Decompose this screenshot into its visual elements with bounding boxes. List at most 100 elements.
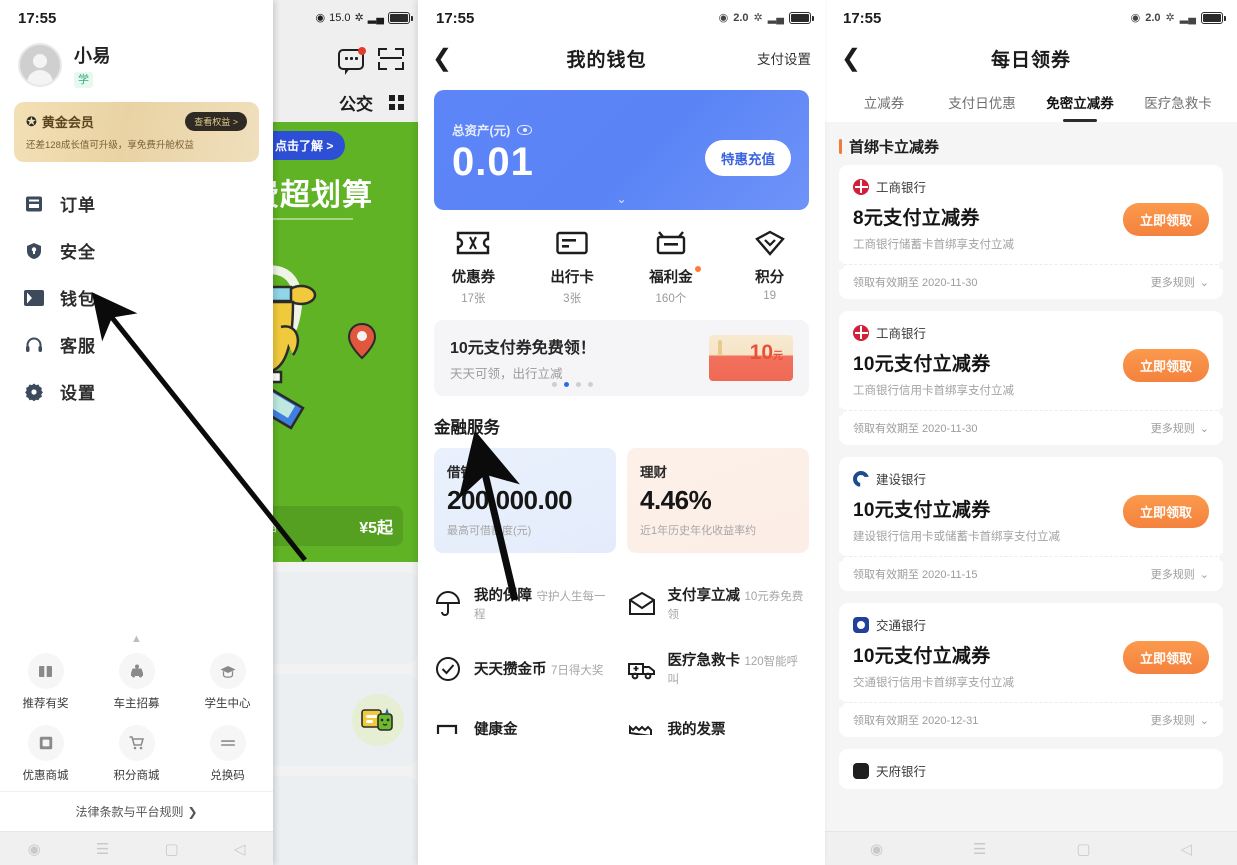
vip-title-group: ✪ 黄金会员: [26, 112, 94, 131]
signal-icon: ▂▄: [367, 11, 384, 24]
drawer-app-grid: ▲ 推荐有奖 车主招募 学生中心 优惠商城 积分商城 兑换码: [0, 633, 273, 791]
quick-stat-travelcard[interactable]: 出行卡 3张: [523, 226, 622, 306]
service-item-invoice[interactable]: 我的发票: [622, 701, 816, 755]
back-button[interactable]: ❮: [432, 44, 472, 73]
nav-recents-icon[interactable]: ◉: [870, 840, 883, 858]
battery-icon: [789, 12, 814, 24]
claim-button[interactable]: 立即领取: [1122, 203, 1209, 236]
quick-stat-coupon[interactable]: 优惠券 17张: [424, 226, 523, 306]
eye-icon[interactable]: [517, 124, 533, 135]
card-icon: [523, 226, 622, 260]
network-speed-icon: 2.0: [1145, 11, 1161, 24]
app-student-center[interactable]: 学生中心: [182, 647, 273, 719]
chevron-down-icon[interactable]: ⌄: [616, 192, 626, 206]
carousel-dot[interactable]: [576, 382, 581, 387]
tab-payday[interactable]: 支付日优惠: [933, 86, 1031, 122]
green-price-bar[interactable]: 路 ¥5起: [273, 506, 403, 546]
legal-link[interactable]: 法律条款与平台规则 ❯: [0, 791, 273, 831]
nav-menu-icon[interactable]: ☰: [973, 840, 986, 858]
green-banner-cta[interactable]: 点击了解 >: [273, 131, 346, 160]
claim-button[interactable]: 立即领取: [1122, 349, 1209, 382]
service-item-insurance[interactable]: 我的保障 守护人生每一程: [428, 571, 622, 636]
carousel-dot[interactable]: [552, 382, 557, 387]
claim-button[interactable]: 立即领取: [1122, 641, 1209, 674]
more-rules-button[interactable]: 更多规则 ⌄: [1151, 712, 1209, 728]
sidebar-item-settings[interactable]: 设置: [0, 368, 273, 415]
bank-name: 交通银行: [876, 619, 927, 633]
service-item-health[interactable]: 健康金: [428, 701, 622, 755]
chevron-up-icon[interactable]: ▲: [0, 633, 273, 645]
service-item-medical[interactable]: 医疗急救卡 120智能呼叫: [622, 636, 816, 701]
total-assets-card[interactable]: 总资产(元) 0.01 特惠充值 ⌄: [434, 90, 809, 210]
app-grid-row: 推荐有奖 车主招募 学生中心: [0, 647, 273, 719]
app-driver-recruit[interactable]: 车主招募: [91, 647, 182, 719]
coupon-card[interactable]: 建设银行 10元支付立减券 建设银行信用卡或储蓄卡首绑享支付立减 立即领取 领取…: [834, 457, 1228, 591]
app-points-mall[interactable]: 积分商城: [91, 719, 182, 791]
nav-home-icon[interactable]: ▢: [164, 840, 178, 858]
tab-lijianquan[interactable]: 立减券: [835, 86, 933, 122]
grid-menu-icon[interactable]: [389, 94, 404, 110]
service-item-pay-discount[interactable]: 支付享立减 10元券免费领: [622, 571, 816, 636]
sidebar-item-wallet[interactable]: 钱包: [0, 274, 273, 321]
carousel-dots[interactable]: [552, 382, 593, 387]
carousel-dot-active[interactable]: [564, 382, 569, 387]
green-tab-bus[interactable]: 公交: [339, 90, 373, 115]
quick-stat-welfare[interactable]: 福利金 160个: [622, 226, 721, 306]
claim-button[interactable]: 立即领取: [1122, 495, 1209, 528]
tab-medical-card[interactable]: 医疗急救卡: [1129, 86, 1227, 122]
screenshot-stage: ◉ 15.0 ✲ ▂▄ 公交 出行 点击了解 > 年费超划算: [0, 0, 1237, 865]
green-banner[interactable]: 出行 点击了解 >: [273, 130, 346, 161]
avatar[interactable]: [18, 43, 62, 87]
quick-stat-title-text: 福利金: [649, 270, 693, 286]
nav-menu-icon[interactable]: ☰: [96, 840, 109, 858]
scan-icon[interactable]: [378, 48, 404, 70]
sidebar-item-orders[interactable]: 订单: [0, 180, 273, 227]
recharge-button[interactable]: 特惠充值: [705, 140, 791, 176]
wallet-navbar: ❮ 我的钱包 支付设置: [418, 36, 825, 80]
service-title: 天天攒金币: [474, 662, 547, 678]
map-pin-icon: [347, 322, 377, 360]
section-title-finance: 金融服务: [434, 419, 500, 437]
green-price-value: ¥5起: [359, 520, 393, 537]
quick-stat-points[interactable]: 积分 19: [720, 226, 819, 306]
sidebar-item-service[interactable]: 客服: [0, 321, 273, 368]
sidebar-item-security[interactable]: 安全: [0, 227, 273, 274]
app-redeem-code[interactable]: 兑换码: [182, 719, 273, 791]
service-title: 医疗急救卡: [667, 653, 741, 669]
coupon-tabs: 立减券 支付日优惠 免密立减券 医疗急救卡: [825, 80, 1237, 122]
coupon-card[interactable]: 工商银行 8元支付立减券 工商银行储蓄卡首绑享支付立减 立即领取 领取有效期至 …: [834, 165, 1228, 299]
nav-home-icon[interactable]: ▢: [1076, 840, 1090, 858]
message-icon[interactable]: [338, 46, 366, 75]
notch-right: [1218, 261, 1228, 270]
carousel-dot[interactable]: [588, 382, 593, 387]
nav-recents-icon[interactable]: ◉: [28, 840, 41, 858]
finance-card-loan[interactable]: 借钱 200,000.00 最高可借额度(元): [434, 448, 616, 553]
more-rules-button[interactable]: 更多规则 ⌄: [1151, 420, 1209, 436]
umbrella-icon: [434, 590, 462, 618]
code-icon: [209, 725, 246, 761]
app-discount-mall[interactable]: 优惠商城: [0, 719, 91, 791]
nav-back-icon[interactable]: ◁: [234, 840, 246, 858]
app-referral[interactable]: 推荐有奖: [0, 647, 91, 719]
coupon-card[interactable]: 工商银行 10元支付立减券 工商银行信用卡首绑享支付立减 立即领取 领取有效期至…: [834, 311, 1228, 445]
vip-membership-card[interactable]: ✪ 黄金会员 查看权益 > 还差128成长值可升级，享免费升舱权益: [14, 102, 259, 162]
coupon-card[interactable]: 交通银行 10元支付立减券 交通银行信用卡首绑享支付立减 立即领取 领取有效期至…: [834, 603, 1228, 737]
sidebar-item-label: 客服: [60, 337, 96, 356]
back-button[interactable]: ❮: [841, 44, 881, 73]
payment-settings-button[interactable]: 支付设置: [741, 48, 811, 68]
tab-mimi-lijianquan[interactable]: 免密立减券: [1031, 86, 1129, 122]
shield-icon: [24, 241, 44, 261]
finance-card-invest[interactable]: 理财 4.46% 近1年历史年化收益率约: [627, 448, 809, 553]
view-benefits-button[interactable]: 查看权益 >: [185, 112, 247, 131]
profile-row[interactable]: 小易 学: [0, 36, 273, 92]
nav-back-icon[interactable]: ◁: [1180, 840, 1192, 858]
more-rules-button[interactable]: 更多规则 ⌄: [1151, 566, 1209, 582]
green-card-placeholder[interactable]: [273, 572, 418, 664]
green-card-robot[interactable]: [273, 674, 418, 766]
green-card-placeholder-2[interactable]: [273, 776, 418, 865]
service-item-coins[interactable]: 天天攒金币 7日得大奖: [428, 636, 622, 701]
more-rules-button[interactable]: 更多规则 ⌄: [1151, 274, 1209, 290]
coupon-card-partial[interactable]: 天府银行: [839, 749, 1223, 789]
promo-banner[interactable]: 10元支付券免费领！ 天天可领，出行立减 10元: [434, 320, 809, 396]
promo-title: 10元支付券免费领！: [450, 340, 596, 357]
